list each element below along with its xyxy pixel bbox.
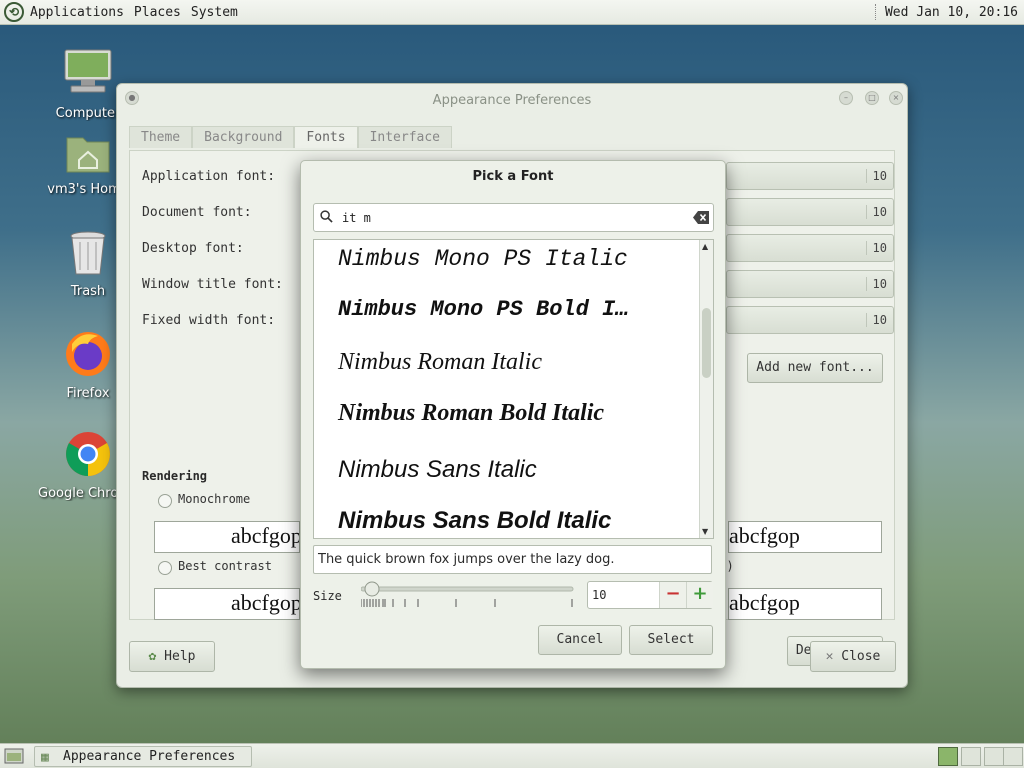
best-contrast-sample-right: abcfgop — [728, 588, 882, 620]
monochrome-radio[interactable] — [158, 494, 172, 508]
select-button[interactable]: Select — [629, 625, 713, 655]
tab-interface[interactable]: Interface — [357, 126, 453, 148]
close-button[interactable]: ✕ Close — [810, 641, 896, 672]
font-list-item[interactable]: Nimbus Mono PS Bold I… — [338, 297, 628, 322]
document-font-label: Document font: — [142, 205, 252, 220]
tab-background[interactable]: Background — [192, 126, 295, 148]
bottom-panel: ▦ Appearance Preferences — [0, 743, 1024, 768]
workspace-switcher-3[interactable] — [984, 747, 1004, 766]
workspace-switcher-4[interactable] — [1003, 747, 1023, 766]
tab-fonts[interactable]: Fonts — [294, 126, 358, 148]
font-list-item[interactable]: Nimbus Roman Italic — [338, 349, 542, 376]
increase-size-icon[interactable]: + — [686, 582, 713, 608]
firefox-icon — [66, 332, 110, 376]
help-icon: ✿ — [148, 649, 157, 664]
document-font-button[interactable]: 10 — [726, 198, 894, 226]
window-titlebar[interactable]: ● Appearance Preferences – □ × — [117, 84, 907, 116]
show-desktop-icon[interactable] — [4, 748, 24, 765]
font-search-field[interactable] — [313, 203, 714, 232]
help-label: Help — [164, 649, 196, 664]
best-contrast-sample-left: abcfgop — [154, 588, 300, 620]
font-search-input[interactable] — [340, 208, 680, 228]
menu-system[interactable]: System — [191, 5, 238, 20]
application-font-label: Application font: — [142, 169, 276, 184]
menu-applications[interactable]: Applications — [30, 5, 124, 20]
best-contrast-radio[interactable] — [158, 561, 172, 575]
close-label: Close — [841, 649, 881, 664]
scroll-up-arrow-icon[interactable]: ▲ — [702, 242, 708, 251]
scroll-down-arrow-icon[interactable]: ▼ — [702, 527, 708, 536]
workspace-switcher-2[interactable] — [961, 747, 981, 766]
computer-icon — [64, 49, 112, 93]
dialog-title: Pick a Font — [472, 169, 554, 184]
font-list-item[interactable]: Nimbus Roman Bold Italic — [338, 400, 604, 427]
font-size-value: 10 — [865, 277, 887, 291]
top-panel: ⟲ Applications Places System Wed Jan 10,… — [0, 0, 1024, 25]
font-size-value: 10 — [865, 205, 887, 219]
taskbar-item-label: Appearance Preferences — [63, 749, 236, 764]
cancel-button[interactable]: Cancel — [538, 625, 622, 655]
chrome-icon — [66, 432, 110, 476]
size-label: Size — [313, 589, 342, 603]
home-folder-icon — [66, 137, 110, 173]
workspace-switcher-1[interactable] — [938, 747, 958, 766]
desktop-font-label: Desktop font: — [142, 241, 244, 256]
slider-handle[interactable] — [364, 581, 380, 597]
scroll-thumb[interactable] — [702, 308, 711, 378]
fixed-width-font-button[interactable]: 10 — [726, 306, 894, 334]
font-list-item[interactable]: Nimbus Sans Bold Italic — [338, 507, 611, 535]
panel-separator — [874, 4, 877, 20]
window-menu-icon[interactable]: ● — [125, 91, 139, 105]
font-list-item[interactable]: Nimbus Mono PS Italic — [338, 246, 628, 272]
clock[interactable]: Wed Jan 10, 20:16 — [885, 5, 1018, 20]
trash-icon — [70, 231, 106, 275]
font-size-value: 10 — [865, 313, 887, 327]
menu-places[interactable]: Places — [134, 5, 181, 20]
search-icon — [320, 210, 333, 223]
size-value[interactable]: 10 — [592, 588, 606, 602]
appearance-app-icon: ▦ — [41, 750, 49, 765]
window-title-font-label: Window title font: — [142, 277, 283, 292]
fixed-width-font-label: Fixed width font: — [142, 313, 276, 328]
tab-theme[interactable]: Theme — [129, 126, 193, 148]
maximize-icon[interactable]: □ — [865, 91, 879, 105]
minimize-icon[interactable]: – — [839, 91, 853, 105]
monochrome-sample-right: abcfgop — [728, 521, 882, 553]
tab-bar: Theme Background Fonts Interface — [129, 126, 453, 148]
font-list[interactable]: Nimbus Mono PS Italic Nimbus Mono PS Bol… — [313, 239, 714, 539]
font-preview-entry[interactable]: The quick brown fox jumps over the lazy … — [313, 545, 712, 574]
window-title-font-button[interactable]: 10 — [726, 270, 894, 298]
font-list-item[interactable]: Nimbus Sans Italic — [338, 456, 537, 484]
monochrome-label: Monochrome — [178, 492, 251, 506]
monochrome-sample-left: abcfgop — [154, 521, 300, 553]
size-slider[interactable] — [361, 581, 577, 611]
application-font-button[interactable]: 10 — [726, 162, 894, 190]
mate-logo-icon[interactable]: ⟲ — [4, 2, 24, 22]
font-size-value: 10 — [865, 169, 887, 183]
pick-font-dialog: Pick a Font Nimbus Mono PS Italic Nimbus… — [300, 160, 726, 669]
size-spinbox[interactable]: 10 − + — [587, 581, 713, 609]
best-contrast-label: Best contrast — [178, 559, 272, 573]
close-icon: ✕ — [825, 649, 834, 664]
window-title: Appearance Preferences — [432, 92, 592, 108]
font-list-scrollbar[interactable]: ▲ ▼ — [699, 240, 713, 538]
taskbar-item-appearance[interactable]: ▦ Appearance Preferences — [34, 746, 252, 767]
rendering-heading: Rendering — [142, 469, 208, 483]
close-window-icon[interactable]: × — [889, 91, 903, 105]
desktop-font-button[interactable]: 10 — [726, 234, 894, 262]
add-new-font-button[interactable]: Add new font... — [747, 353, 883, 383]
clear-search-icon[interactable] — [693, 211, 709, 224]
decrease-size-icon[interactable]: − — [659, 582, 686, 608]
font-size-value: 10 — [865, 241, 887, 255]
help-button[interactable]: ✿ Help — [129, 641, 215, 672]
